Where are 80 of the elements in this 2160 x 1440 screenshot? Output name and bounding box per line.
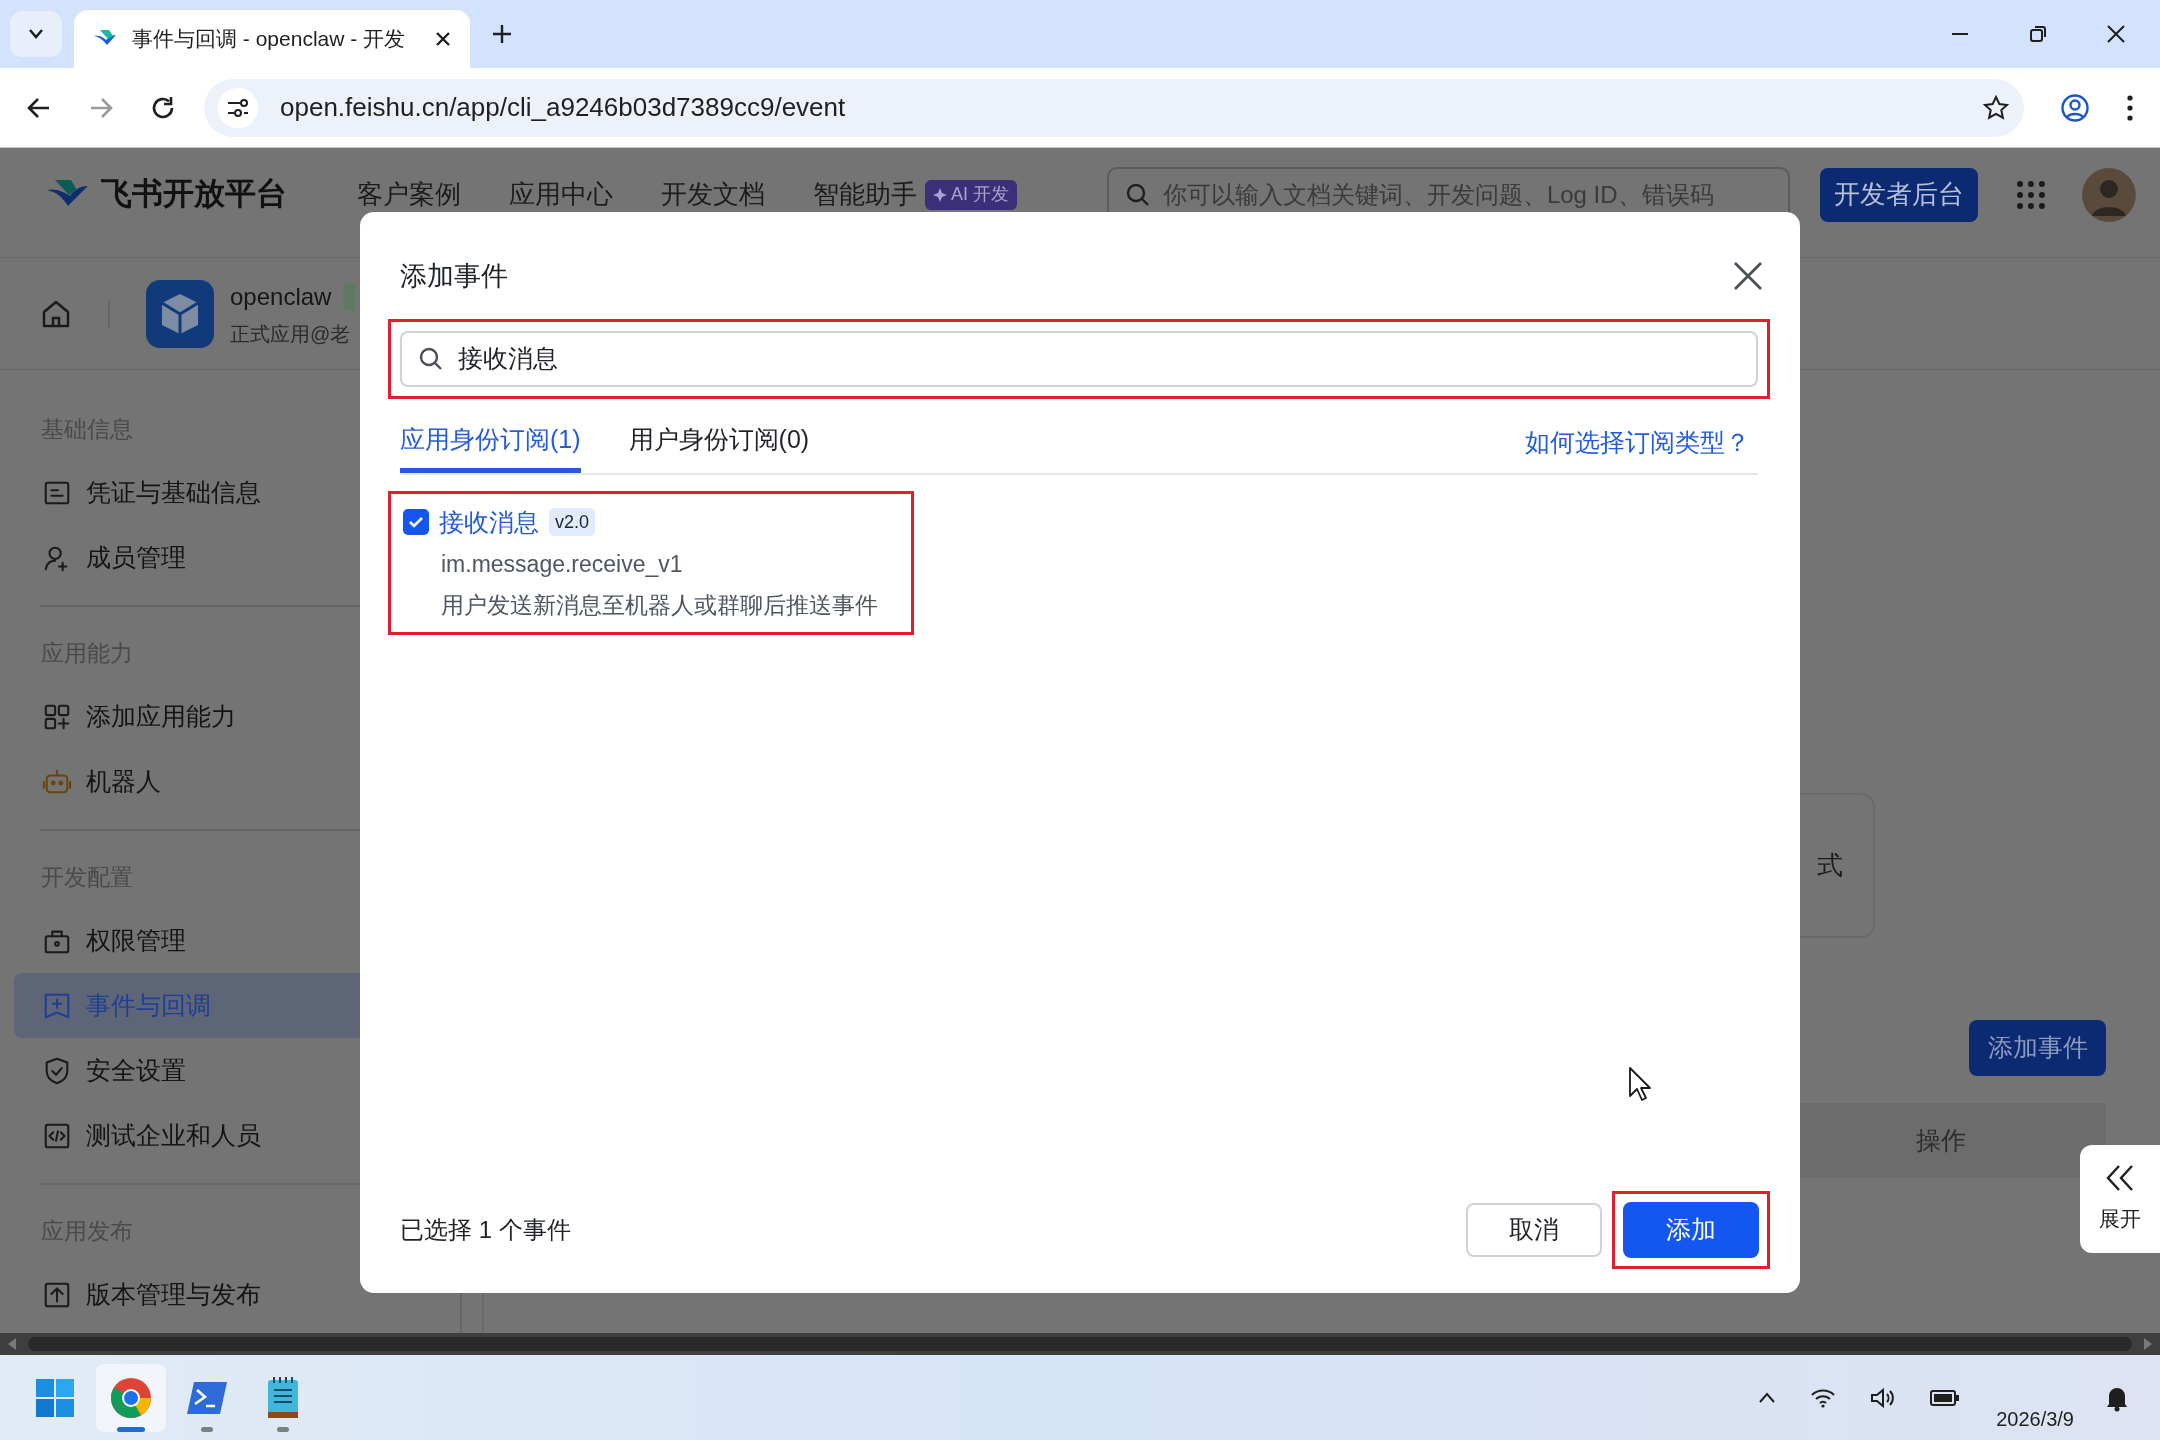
sidebar-item[interactable]: 添加应用能力 [14, 684, 446, 749]
windows-start-icon [35, 1377, 75, 1418]
notepad-icon [266, 1375, 300, 1420]
sidebar-item-label: 事件与回调 [86, 989, 211, 1021]
event-key: im.message.receive_v1 [403, 547, 903, 582]
nav-link[interactable]: 开发文档 [660, 175, 765, 214]
logo-text: 飞书开放平台 [100, 175, 287, 214]
terminal-icon [186, 1379, 228, 1416]
close-icon[interactable] [2106, 24, 2126, 44]
sidebar-item-label: 安全设置 [86, 1054, 186, 1086]
check-icon [408, 516, 424, 529]
chevron-down-icon [26, 27, 46, 41]
more-menu-icon[interactable] [2126, 93, 2134, 122]
nav-link[interactable]: 应用中心 [508, 175, 613, 214]
battery-icon[interactable] [1930, 1388, 1961, 1407]
running-indicator [277, 1426, 289, 1432]
sidebar-item[interactable]: 权限管理 [14, 908, 446, 973]
mouse-cursor-icon [1628, 1066, 1652, 1102]
chrome-icon [110, 1376, 152, 1419]
taskbar-date: 2026/3/9 [1996, 1407, 2074, 1432]
sidebar-item-label: 成员管理 [86, 541, 186, 573]
ai-badge: AI 开发 [924, 179, 1017, 210]
add-button[interactable]: 添加 [1623, 1202, 1759, 1258]
browser-tab[interactable]: 事件与回调 - openclaw - 开发 [74, 10, 470, 68]
sidebar-item-label: 添加应用能力 [86, 700, 236, 732]
cancel-button[interactable]: 取消 [1466, 1203, 1602, 1257]
scroll-right-icon[interactable] [2142, 1337, 2154, 1351]
search-icon [1124, 181, 1151, 208]
sparkle-icon [932, 187, 947, 202]
sidebar-item-label: 权限管理 [86, 924, 186, 956]
event-name[interactable]: 接收消息 [439, 503, 539, 541]
column-header: 操作 [1916, 1124, 1966, 1156]
nav-link[interactable]: 智能助手 [812, 175, 917, 214]
card-text: 式 [1817, 849, 1843, 882]
url-text: open.feishu.cn/app/cli_a9246b03d7389cc9/event [280, 91, 847, 124]
add-event-button[interactable]: 添加事件 [1969, 1020, 2106, 1076]
bookmark-star-icon[interactable] [1982, 93, 2010, 122]
app-subtitle: 正式应用@老 [230, 321, 352, 347]
taskbar-app[interactable] [96, 1363, 166, 1432]
app-grid-icon[interactable] [2016, 179, 2047, 210]
profile-icon[interactable] [2060, 92, 2090, 123]
sidebar-item[interactable]: 测试企业和人员 [14, 1103, 446, 1168]
version-tag: v2.0 [549, 508, 596, 537]
close-icon[interactable] [434, 30, 452, 48]
help-link[interactable]: 如何选择订阅类型？ [1525, 408, 1758, 473]
event-description: 用户发送新消息至机器人或群聊后推送事件 [440, 590, 879, 620]
nav-link[interactable]: 客户案例 [356, 175, 461, 214]
search-field[interactable]: 接收消息 [400, 330, 1758, 387]
avatar[interactable] [2082, 167, 2136, 222]
tab-search-button[interactable] [10, 11, 62, 57]
selection-summary: 已选择 1 个事件 [400, 1215, 571, 1245]
running-indicator [117, 1426, 145, 1432]
site-settings-icon[interactable] [226, 96, 250, 119]
sidebar-item[interactable]: 版本管理与发布 [14, 1262, 446, 1327]
sidebar-item-label: 凭证与基础信息 [86, 476, 261, 508]
tab-title: 事件与回调 - openclaw - 开发 [132, 26, 407, 53]
sidebar-item-label: 测试企业和人员 [86, 1119, 261, 1151]
scroll-left-icon[interactable] [6, 1337, 18, 1351]
subscription-tab[interactable]: 用户身份订阅(0) [628, 408, 810, 473]
reload-icon[interactable] [150, 94, 176, 121]
developer-console-button[interactable]: 开发者后台 [1820, 167, 1979, 222]
running-indicator [201, 1426, 213, 1432]
search-value: 接收消息 [458, 342, 558, 374]
address-bar[interactable]: open.feishu.cn/app/cli_a9246b03d7389cc9/event [204, 78, 2024, 137]
new-tab-icon[interactable] [490, 22, 514, 46]
subscription-tab[interactable]: 应用身份订阅(1) [400, 408, 581, 473]
checkbox[interactable] [403, 509, 429, 536]
sidebar-item[interactable]: 机器人 [14, 749, 446, 814]
app-cube-icon [146, 279, 214, 348]
search-icon [418, 345, 444, 372]
sidebar-item[interactable]: 安全设置 [14, 1038, 446, 1103]
expand-panel-button[interactable]: 展开 [2080, 1145, 2160, 1253]
app-name: openclaw [230, 281, 332, 312]
restore-icon[interactable] [2028, 24, 2048, 44]
dialog-title: 添加事件 [400, 260, 508, 293]
sidebar-item-label: 版本管理与发布 [86, 1278, 261, 1310]
search-placeholder: 你可以输入文档关键词、开发问题、Log ID、错误码 [1162, 179, 1714, 210]
sidebar-item-label: 机器人 [86, 765, 161, 797]
chevron-up-icon[interactable] [1758, 1391, 1777, 1404]
volume-icon[interactable] [1870, 1386, 1897, 1409]
